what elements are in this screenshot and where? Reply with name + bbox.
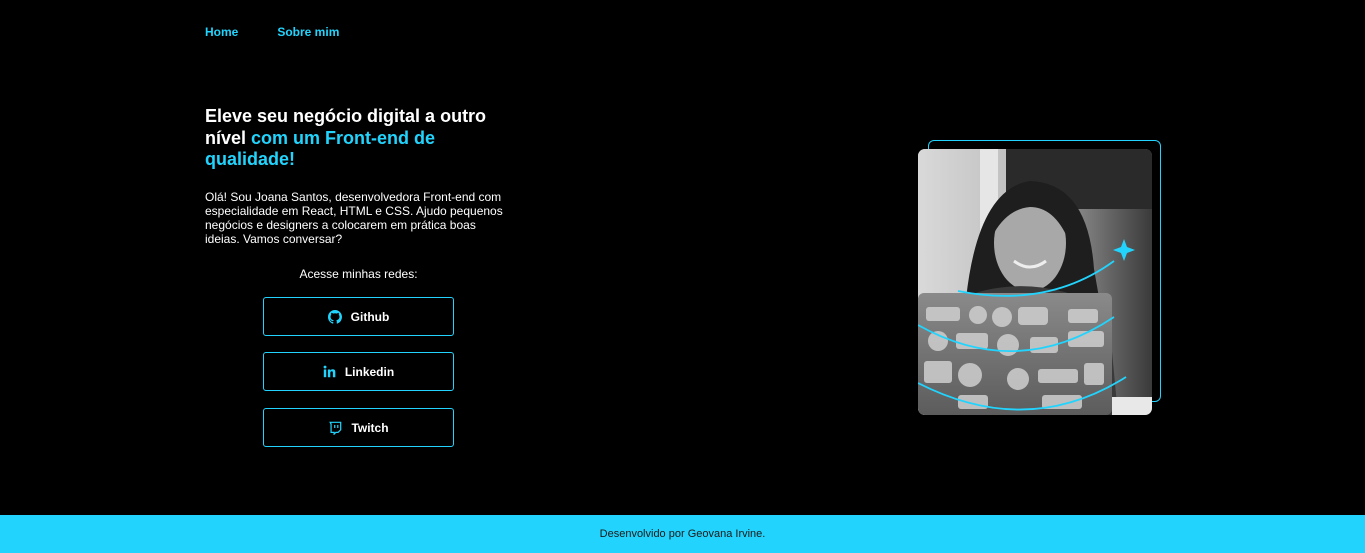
linkedin-icon	[323, 365, 336, 378]
nav-home-link[interactable]: Home	[205, 25, 238, 39]
github-button[interactable]: Github	[263, 297, 454, 336]
hero-section: Eleve seu negócio digital a outro nível …	[205, 106, 515, 246]
linkedin-button[interactable]: Linkedin	[263, 352, 454, 391]
hero-title: Eleve seu negócio digital a outro nível …	[205, 106, 515, 171]
twitch-button[interactable]: Twitch	[263, 408, 454, 447]
nav-about-link[interactable]: Sobre mim	[277, 25, 339, 39]
top-nav: Home Sobre mim	[205, 25, 339, 39]
social-title: Acesse minhas redes:	[299, 267, 418, 281]
profile-photo	[918, 149, 1152, 415]
github-icon	[327, 309, 342, 324]
footer-text: Desenvolvido por Geovana Irvine.	[599, 528, 766, 540]
github-label: Github	[350, 309, 390, 324]
twitch-icon	[328, 421, 342, 435]
twitch-label: Twitch	[351, 420, 389, 435]
footer: Desenvolvido por Geovana Irvine.	[0, 515, 1365, 553]
hero-description: Olá! Sou Joana Santos, desenvolvedora Fr…	[205, 189, 503, 246]
page: Home Sobre mim Eleve seu negócio digital…	[0, 0, 1365, 553]
profile-photo-container	[918, 140, 1162, 416]
linkedin-label: Linkedin	[344, 364, 395, 379]
